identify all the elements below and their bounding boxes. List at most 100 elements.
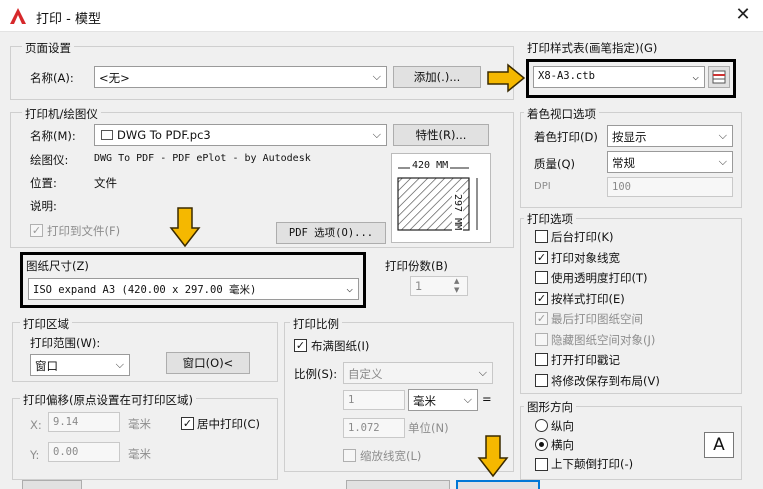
plot-offset-group — [12, 398, 278, 480]
dpi-input[interactable]: 100 — [607, 177, 733, 197]
chevron-down-icon: ⌵ — [372, 70, 381, 83]
center-plot-checkbox[interactable]: ✓ — [181, 417, 194, 430]
plot-option-checkbox[interactable] — [535, 353, 548, 366]
scale-lineweights-label: 缩放线宽(L) — [360, 449, 422, 463]
shaded-viewport-title: 着色视口选项 — [524, 106, 599, 122]
pdf-options-button[interactable]: PDF 选项(O)... — [276, 222, 386, 244]
paper-size-select[interactable]: ISO expand A3 (420.00 x 297.00 毫米) ⌵ — [28, 278, 359, 300]
plot-option-checkbox[interactable] — [535, 271, 548, 284]
chevron-down-icon: ⌵ — [372, 128, 381, 141]
plot-area-what-select[interactable]: 窗口 ⌵ — [30, 354, 130, 376]
orientation-title: 图形方向 — [524, 399, 576, 415]
add-page-setup-button[interactable]: 添加(.)... — [393, 66, 481, 88]
scale-unit-label: 单位(N) — [408, 421, 449, 435]
page-setup-name-value: <无> — [99, 71, 130, 85]
scale-value1-input[interactable]: 1 — [343, 390, 405, 410]
plot-options-title: 打印选项 — [524, 211, 576, 227]
printer-name-select[interactable]: DWG To PDF.pc3 ⌵ — [94, 124, 387, 146]
offset-x-value: 9.14 — [53, 416, 79, 428]
plot-option-checkbox[interactable] — [535, 373, 548, 387]
description-label: 说明: — [30, 199, 57, 213]
print-to-file-checkbox[interactable]: ✓ — [30, 224, 43, 237]
chevron-down-icon: ⌵ — [692, 70, 699, 83]
chevron-down-icon: ⌵ — [115, 358, 124, 371]
landscape-radio[interactable] — [535, 438, 548, 451]
shade-plot-label: 着色打印(D) — [534, 130, 598, 144]
annotation-arrow-down-icon — [477, 435, 509, 478]
chevron-down-icon: ⌵ — [718, 155, 727, 168]
plot-option-checkbox[interactable] — [535, 230, 548, 243]
offset-y-value: 0.00 — [53, 446, 79, 458]
printer-properties-button[interactable]: 特性(R)... — [393, 124, 489, 146]
preview-height-label: 297 MM — [452, 192, 463, 233]
page-setup-name-label: 名称(A): — [30, 71, 74, 85]
title-bar — [0, 0, 763, 32]
scale-value1: 1 — [348, 394, 355, 406]
upside-down-label: 上下颠倒打印(-) — [551, 457, 634, 471]
fit-to-paper-checkbox[interactable]: ✓ — [294, 339, 307, 352]
edit-table-icon — [712, 70, 726, 84]
scale-unit-select[interactable]: 毫米 ⌵ — [408, 389, 478, 411]
close-icon[interactable]: ✕ — [730, 3, 756, 27]
plot-option-checkbox[interactable]: ✓ — [535, 291, 548, 305]
portrait-label: 纵向 — [551, 419, 574, 433]
offset-y-input[interactable]: 0.00 — [48, 442, 120, 462]
ok-button[interactable] — [456, 480, 540, 489]
plot-option-label: 后台打印(K) — [551, 230, 614, 244]
scale-value2: 1.072 — [348, 422, 380, 434]
chevron-down-icon: ⌵ — [718, 129, 727, 142]
edit-plot-style-button[interactable] — [708, 66, 730, 88]
scale-value: 自定义 — [348, 367, 383, 381]
plot-option-label: 按样式打印(E) — [551, 291, 625, 306]
location-label: 位置: — [30, 176, 57, 190]
copies-spinner-icon[interactable]: ▲ ▼ — [454, 277, 459, 295]
plot-option-label: 打印对象线宽 — [551, 250, 620, 265]
annotation-arrow-right-icon — [487, 63, 526, 93]
plot-option-label: 隐藏图纸空间对象(J) — [551, 332, 656, 347]
chevron-down-icon: ⌵ — [478, 366, 487, 379]
offset-x-input[interactable]: 9.14 — [48, 412, 120, 432]
chevron-down-icon: ⌵ — [463, 393, 472, 406]
plot-option-checkbox[interactable]: ✓ — [535, 312, 548, 325]
plot-option-label: 打开打印戳记 — [551, 353, 620, 367]
page-setup-title: 页面设置 — [22, 40, 74, 56]
apply-to-layout-button[interactable] — [22, 480, 82, 489]
scale-value2-input[interactable]: 1.072 — [343, 418, 405, 438]
plot-window-button[interactable]: 窗口(O)< — [166, 352, 250, 374]
plot-option-checkbox[interactable]: ✓ — [535, 250, 548, 264]
portrait-radio[interactable] — [535, 419, 548, 432]
plot-area-what-label: 打印范围(W): — [30, 336, 101, 350]
offset-y-unit: 毫米 — [128, 447, 151, 461]
shade-plot-value: 按显示 — [612, 130, 647, 144]
plotter-value: DWG To PDF - PDF ePlot - by Autodesk — [94, 153, 311, 164]
printer-name-value: DWG To PDF.pc3 — [101, 128, 211, 142]
plot-scale-title: 打印比例 — [290, 316, 342, 332]
page-setup-name-select[interactable]: <无> ⌵ — [94, 66, 387, 88]
upside-down-checkbox[interactable] — [535, 458, 548, 471]
printer-name-label: 名称(M): — [30, 129, 76, 143]
shade-plot-select[interactable]: 按显示 ⌵ — [607, 125, 733, 147]
plot-option-label: 最后打印图纸空间 — [551, 312, 643, 326]
quality-select[interactable]: 常规 ⌵ — [607, 151, 733, 173]
plot-style-select[interactable]: X8-A3.ctb ⌵ — [533, 66, 705, 88]
paper-size-value: ISO expand A3 (420.00 x 297.00 毫米) — [33, 284, 257, 296]
plot-style-value: X8-A3.ctb — [538, 70, 595, 82]
scale-unit-value: 毫米 — [413, 394, 436, 408]
plotter-label: 绘图仪: — [30, 153, 69, 167]
chevron-down-icon: ⌵ — [346, 282, 353, 295]
scale-select[interactable]: 自定义 ⌵ — [343, 362, 493, 384]
scale-equals: = — [482, 392, 492, 406]
paper-size-title: 图纸尺寸(Z) — [26, 259, 89, 273]
preview-button[interactable] — [346, 480, 450, 489]
offset-y-label: Y: — [30, 448, 40, 462]
plot-option-checkbox[interactable] — [535, 332, 548, 346]
plot-option-label: 将修改保存到布局(V) — [551, 373, 660, 388]
center-plot-label: 居中打印(C) — [197, 417, 261, 431]
quality-label: 质量(Q) — [534, 157, 576, 171]
scale-lineweights-checkbox[interactable] — [343, 449, 356, 462]
quality-value: 常规 — [612, 156, 635, 170]
offset-x-unit: 毫米 — [128, 417, 151, 431]
dpi-label: DPI — [534, 181, 551, 192]
scale-label: 比例(S): — [294, 367, 338, 381]
plot-area-what-value: 窗口 — [35, 359, 58, 373]
